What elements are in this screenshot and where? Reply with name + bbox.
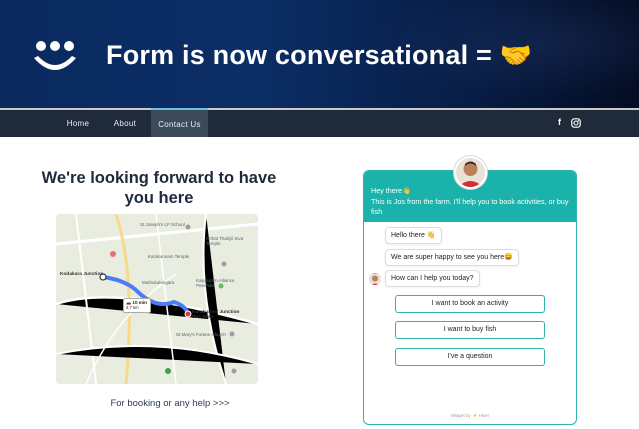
- banner-title-text: Form is now conversational =: [106, 40, 492, 70]
- route-map[interactable]: Kodakara Junction Karakurissi Junction B…: [56, 214, 258, 384]
- map-label: St.Joseph's LP School: [140, 222, 185, 227]
- map-destination-label: Karakurissi Junction Bus Stop: [192, 310, 240, 320]
- agent-avatar: [454, 156, 487, 189]
- map-label: St Mary's Forane Church: [176, 332, 226, 337]
- widget-credit[interactable]: Widget by ⚡ Hiver: [363, 413, 577, 419]
- map-label: Karakunnam Temple: [148, 254, 190, 259]
- option-buy-fish-button[interactable]: I want to buy fish: [395, 321, 545, 339]
- banner-title: Form is now conversational = 🤝: [106, 40, 532, 71]
- instagram-icon[interactable]: [571, 118, 581, 128]
- option-question-button[interactable]: I've a question: [395, 348, 545, 366]
- chat-message: Hello there 👋: [385, 227, 442, 244]
- chat-message: We are super happy to see you here😄: [385, 249, 519, 266]
- booking-help-link[interactable]: For booking or any help >>>: [56, 398, 284, 409]
- option-book-activity-button[interactable]: I want to book an activity: [395, 295, 545, 313]
- smiley-logo-icon: [34, 41, 76, 70]
- route-distance: 4.7 km: [126, 305, 139, 310]
- map-label: Kaippuram Alliance Peedhika: [196, 278, 235, 288]
- map-label: Muthukulangara: [142, 280, 175, 285]
- facebook-icon[interactable]: f: [558, 117, 561, 127]
- agent-photo: [456, 158, 485, 187]
- chat-message: How can I help you today?: [385, 270, 480, 287]
- top-nav: Home About Contact Us f: [0, 108, 639, 137]
- map-label: Arthat Thaliyil Siva Temple: [206, 236, 244, 246]
- map-origin-label: Kodakara Junction: [60, 272, 104, 277]
- agent-avatar-small: [369, 273, 381, 285]
- chat-intro: This is Jos from the farm. I'll help you…: [371, 196, 569, 217]
- nav-item-about[interactable]: About: [102, 110, 148, 137]
- route-info-box: 🚗 10 min 4.7 km: [123, 298, 151, 313]
- page-heading: We're looking forward to have you here: [41, 169, 277, 207]
- hero-banner: Form is now conversational = 🤝: [0, 0, 639, 108]
- nav-item-contact-us[interactable]: Contact Us: [151, 108, 208, 137]
- handshake-icon: 🤝: [499, 41, 533, 71]
- nav-item-home[interactable]: Home: [56, 110, 100, 137]
